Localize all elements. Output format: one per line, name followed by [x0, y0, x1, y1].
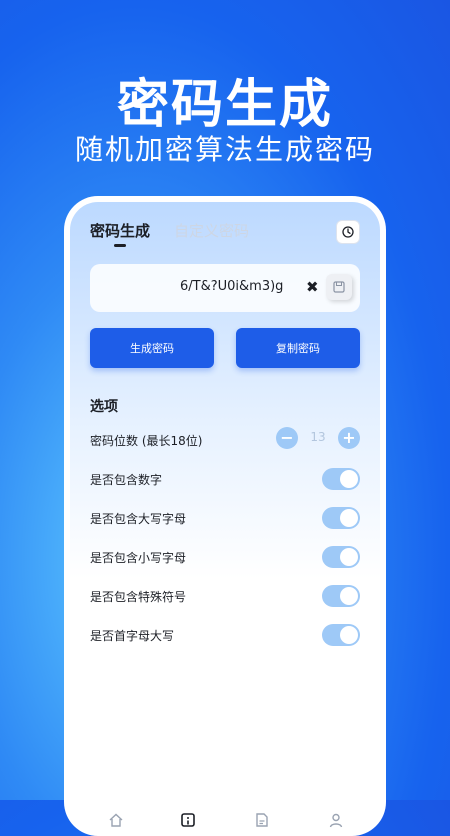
promo-subtitle: 随机加密算法生成密码 [74, 133, 375, 166]
toggle-capitalize[interactable] [322, 624, 360, 646]
toggle-knob [340, 548, 358, 566]
history-button[interactable] [336, 220, 360, 244]
save-button[interactable] [326, 274, 352, 300]
copy-button[interactable]: 复制密码 [236, 328, 360, 368]
tab-indicator [114, 244, 126, 247]
option-label-uppercase: 是否包含大写字母 [90, 512, 187, 526]
toggle-special[interactable] [322, 585, 360, 607]
option-label-special: 是否包含特殊符号 [90, 590, 187, 604]
toggle-knob [340, 470, 358, 488]
option-label-lowercase: 是否包含小写字母 [90, 551, 187, 565]
length-value: 13 [310, 430, 326, 444]
generate-button[interactable]: 生成密码 [90, 328, 214, 368]
tab-generate[interactable]: 密码生成 [90, 220, 150, 241]
bottom-nav [70, 790, 380, 830]
clear-icon[interactable]: ✖ [306, 278, 319, 296]
toggle-digits[interactable] [322, 468, 360, 490]
phone-frame: 密码生成 自定义密码 6/T&?U0i&m3)g ✖ 生成密码 复制密码 选项 … [64, 196, 386, 836]
toggle-knob [340, 626, 358, 644]
toggle-uppercase[interactable] [322, 507, 360, 529]
save-icon [333, 281, 345, 293]
document-icon[interactable] [254, 812, 270, 828]
toggle-lowercase[interactable] [322, 546, 360, 568]
clock-icon [342, 226, 354, 238]
promo-title: 密码生成 [116, 75, 333, 135]
tab-bar: 密码生成 自定义密码 [90, 220, 249, 241]
increase-button[interactable]: + [338, 427, 360, 449]
length-stepper: − 13 + [276, 426, 360, 450]
decrease-button[interactable]: − [276, 427, 298, 449]
options-title: 选项 [90, 399, 118, 415]
password-display: 6/T&?U0i&m3)g ✖ [90, 264, 360, 312]
length-label: 密码位数 (最长18位) [90, 434, 203, 448]
option-label-digits: 是否包含数字 [90, 473, 163, 487]
profile-icon[interactable] [328, 812, 344, 828]
toggle-knob [340, 509, 358, 527]
tab-custom[interactable]: 自定义密码 [174, 220, 249, 241]
password-value: 6/T&?U0i&m3)g [180, 279, 284, 294]
option-label-capitalize: 是否首字母大写 [90, 629, 175, 643]
toggle-knob [340, 587, 358, 605]
generator-icon[interactable] [180, 812, 196, 828]
home-icon[interactable] [108, 812, 124, 828]
app-screen: 密码生成 自定义密码 6/T&?U0i&m3)g ✖ 生成密码 复制密码 选项 … [70, 202, 380, 830]
